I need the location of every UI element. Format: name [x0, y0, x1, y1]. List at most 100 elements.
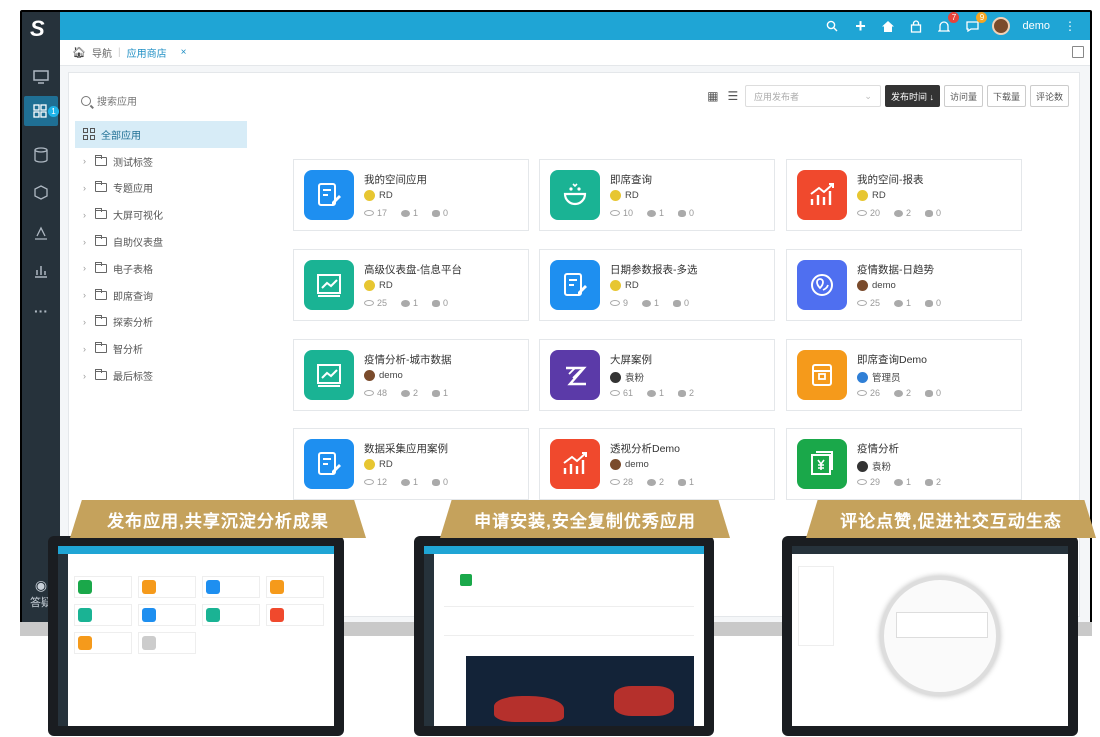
comment-count[interactable]: 2: [925, 477, 941, 487]
home-icon[interactable]: 🏠︎: [72, 46, 86, 59]
app-card-title[interactable]: 透视分析Demo: [610, 441, 680, 456]
home-icon[interactable]: [880, 18, 896, 34]
comment-count[interactable]: 1: [678, 477, 694, 487]
tree-item-all[interactable]: 全部应用: [75, 121, 247, 148]
like-count[interactable]: 1: [401, 477, 418, 487]
app-card[interactable]: 疫情分析-城市数据 demo 48 2 1: [293, 339, 529, 411]
app-card[interactable]: 疫情数据-日趋势 demo 25 1 0: [786, 249, 1022, 321]
user-name[interactable]: demo: [1022, 20, 1050, 32]
tab-app-store[interactable]: 应用商店: [127, 45, 167, 60]
app-card-title[interactable]: 数据采集应用案例: [364, 441, 448, 456]
sort-by-publish-time[interactable]: 发布时间 ↓: [884, 85, 940, 107]
like-count[interactable]: 1: [401, 208, 418, 218]
app-card-title[interactable]: 日期参数报表-多选: [610, 262, 698, 277]
laptop-screen-3: [792, 546, 1068, 726]
app-card-author: RD: [364, 190, 393, 201]
like-count[interactable]: 1: [894, 477, 911, 487]
tree-item[interactable]: › 自助仪表盘: [75, 228, 247, 255]
app-card-title[interactable]: 大屏案例: [610, 352, 652, 367]
tree-item[interactable]: › 测试标签: [75, 148, 247, 175]
comment-count[interactable]: 0: [432, 477, 448, 487]
like-count[interactable]: 2: [647, 477, 664, 487]
app-card[interactable]: 日期参数报表-多选 RD 9 1 0: [539, 249, 775, 321]
user-avatar[interactable]: [992, 17, 1011, 35]
app-card[interactable]: 大屏案例 袁粉 61 1 2: [539, 339, 775, 411]
app-card-title[interactable]: 疫情分析: [857, 441, 899, 456]
like-count[interactable]: 2: [401, 388, 418, 398]
app-logo[interactable]: S: [30, 16, 45, 42]
chat-icon[interactable]: 9: [964, 12, 988, 34]
app-card[interactable]: 数据采集应用案例 RD 12 1 0: [293, 428, 529, 500]
like-count-value: 1: [413, 477, 419, 487]
app-card[interactable]: 高级仪表盘-信息平台 RD 25 1 0: [293, 249, 529, 321]
app-card[interactable]: 我的空间应用 RD 17 1 0: [293, 159, 529, 231]
sort-by-comments[interactable]: 评论数: [1029, 85, 1069, 107]
comment-count[interactable]: 0: [925, 298, 941, 308]
search-box[interactable]: 搜索应用: [81, 93, 137, 108]
grid-view-icon[interactable]: ▦: [705, 89, 721, 103]
like-count[interactable]: 1: [894, 298, 911, 308]
bell-icon[interactable]: 7: [936, 12, 960, 34]
bar-chart-icon[interactable]: [31, 262, 51, 280]
like-count[interactable]: 1: [642, 298, 659, 308]
cube-icon[interactable]: [31, 184, 51, 202]
app-card-title[interactable]: 疫情数据-日趋势: [857, 262, 934, 277]
app-card[interactable]: 即席查询 RD 10 1 0: [539, 159, 775, 231]
app-card-title[interactable]: 即席查询: [610, 172, 652, 187]
tree-item-label: 专题应用: [113, 184, 153, 196]
like-count[interactable]: 1: [647, 208, 664, 218]
breadcrumb-home[interactable]: 导航: [92, 45, 112, 60]
app-card-title[interactable]: 我的空间-报表: [857, 172, 924, 187]
comment-count[interactable]: 0: [925, 208, 941, 218]
lock-icon[interactable]: [908, 18, 924, 34]
tree-item[interactable]: › 探索分析: [75, 309, 247, 336]
like-count[interactable]: 1: [401, 298, 418, 308]
comment-count[interactable]: 0: [925, 388, 941, 398]
app-card-title[interactable]: 疫情分析-城市数据: [364, 352, 452, 367]
app-card[interactable]: 我的空间-报表 RD 20 2 0: [786, 159, 1022, 231]
search-icon[interactable]: [824, 18, 840, 34]
tree-item[interactable]: › 大屏可视化: [75, 201, 247, 228]
tree-item-label: 自助仪表盘: [113, 238, 163, 250]
author-avatar: [610, 459, 621, 470]
search-input[interactable]: 搜索应用: [97, 93, 137, 108]
publisher-select[interactable]: 应用发布者 ⌄: [744, 85, 881, 107]
mini-app-card: [138, 632, 196, 654]
comment-count[interactable]: 0: [432, 298, 448, 308]
kebab-menu-icon[interactable]: ⋮: [1062, 18, 1078, 34]
sort-by-downloads[interactable]: 下载量: [986, 85, 1026, 107]
comment-count[interactable]: 2: [678, 388, 694, 398]
comment-count[interactable]: 0: [673, 298, 689, 308]
app-card-title[interactable]: 即席查询Demo: [857, 352, 927, 367]
comment-count-value: 2: [689, 388, 695, 398]
tree-item[interactable]: › 专题应用: [75, 175, 247, 202]
database-icon[interactable]: [31, 146, 51, 164]
comment-count[interactable]: 0: [432, 208, 448, 218]
tree-item[interactable]: › 最后标签: [75, 362, 247, 389]
tree-item[interactable]: › 即席查询: [75, 282, 247, 309]
comment-count[interactable]: 1: [432, 388, 448, 398]
mini-app-icon: [78, 580, 92, 594]
like-count[interactable]: 1: [647, 388, 664, 398]
app-card[interactable]: 即席查询Demo 管理员 26 2 0: [786, 339, 1022, 411]
app-card-title[interactable]: 我的空间应用: [364, 172, 427, 187]
app-card-title[interactable]: 高级仪表盘-信息平台: [364, 262, 462, 277]
comment-icon: [678, 478, 687, 486]
view-count: 20: [857, 208, 880, 218]
maximize-icon[interactable]: [1072, 46, 1084, 58]
monitor-icon[interactable]: [31, 68, 51, 86]
app-card[interactable]: 透视分析Demo demo 28 2 1: [539, 428, 775, 500]
tree-item[interactable]: › 电子表格: [75, 255, 247, 282]
analysis-icon[interactable]: [31, 224, 51, 242]
view-count-value: 25: [870, 298, 881, 308]
sort-by-visits[interactable]: 访问量: [943, 85, 983, 107]
more-icon[interactable]: ···: [31, 302, 51, 320]
comment-count[interactable]: 0: [678, 208, 694, 218]
plus-icon[interactable]: +: [852, 16, 868, 36]
tab-close-icon[interactable]: ×: [181, 47, 187, 58]
list-view-icon[interactable]: ☰: [725, 89, 741, 103]
like-count[interactable]: 2: [894, 388, 911, 398]
like-count[interactable]: 2: [894, 208, 911, 218]
tree-item[interactable]: › 智分析: [75, 335, 247, 362]
app-card[interactable]: 疫情分析 袁粉 29 1 2: [786, 428, 1022, 500]
